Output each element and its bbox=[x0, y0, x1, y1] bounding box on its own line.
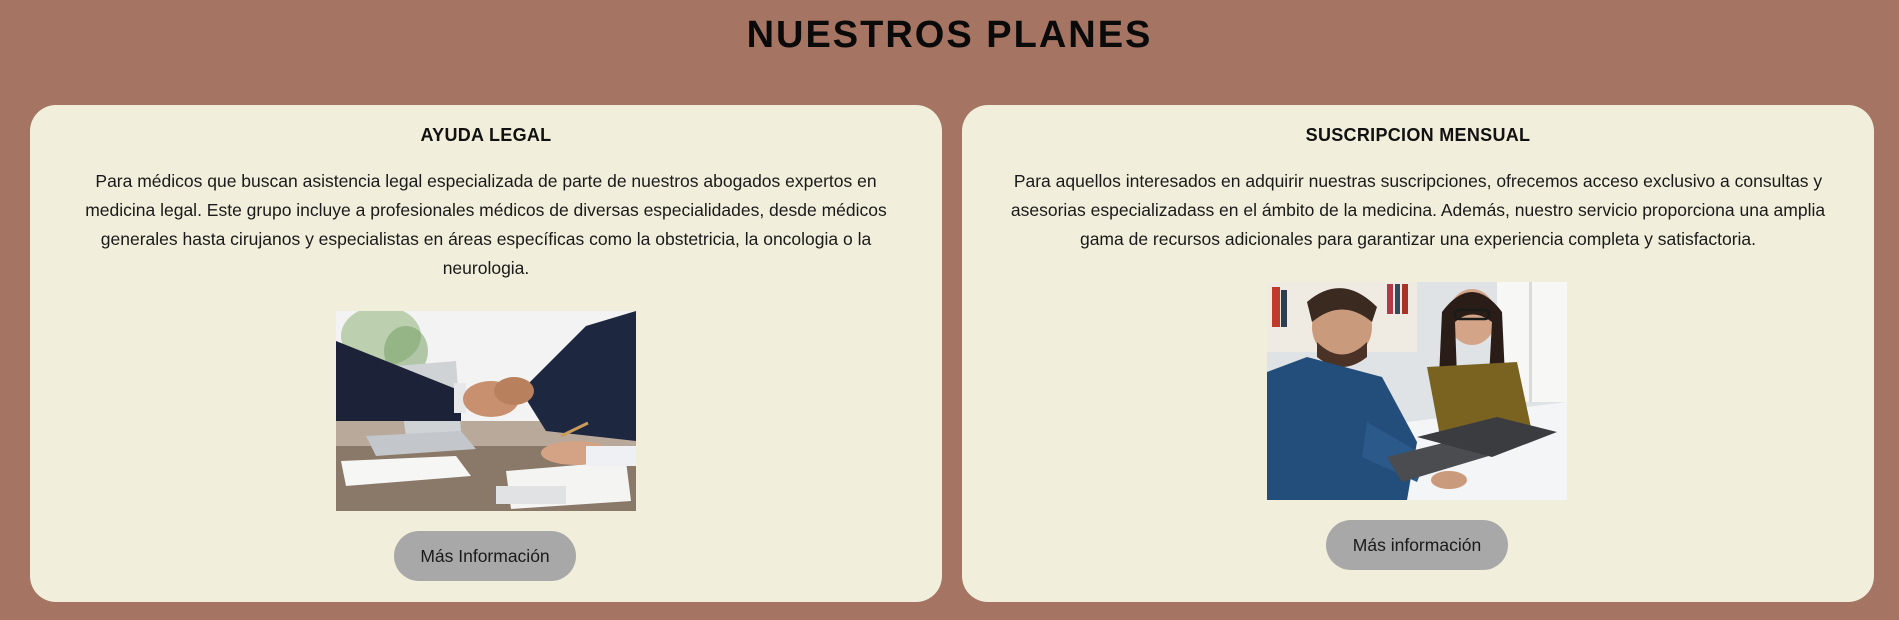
plan-description: Para médicos que buscan asistencia legal… bbox=[85, 171, 887, 278]
couple-laptop-photo bbox=[1267, 282, 1567, 500]
page-title: NUESTROS PLANES bbox=[746, 14, 1153, 56]
more-info-button[interactable]: Más Información bbox=[394, 531, 576, 581]
handshake-image bbox=[336, 311, 636, 511]
plan-description: Para aquellos interesados en adquirir nu… bbox=[1010, 171, 1826, 249]
plan-card-suscripcion-mensual: SUSCRIPCION MENSUAL Para aquellos intere… bbox=[962, 105, 1874, 602]
plans-section: NUESTROS PLANES AYUDA LEGAL Para médicos… bbox=[0, 0, 1899, 620]
handshake-photo bbox=[336, 311, 636, 511]
plan-card-ayuda-legal: AYUDA LEGAL Para médicos que buscan asis… bbox=[30, 105, 942, 602]
couple-laptop-image bbox=[1267, 282, 1567, 500]
plan-title: AYUDA LEGAL bbox=[420, 125, 552, 145]
more-info-button[interactable]: Más información bbox=[1326, 520, 1508, 570]
plan-title: SUSCRIPCION MENSUAL bbox=[1305, 125, 1531, 145]
